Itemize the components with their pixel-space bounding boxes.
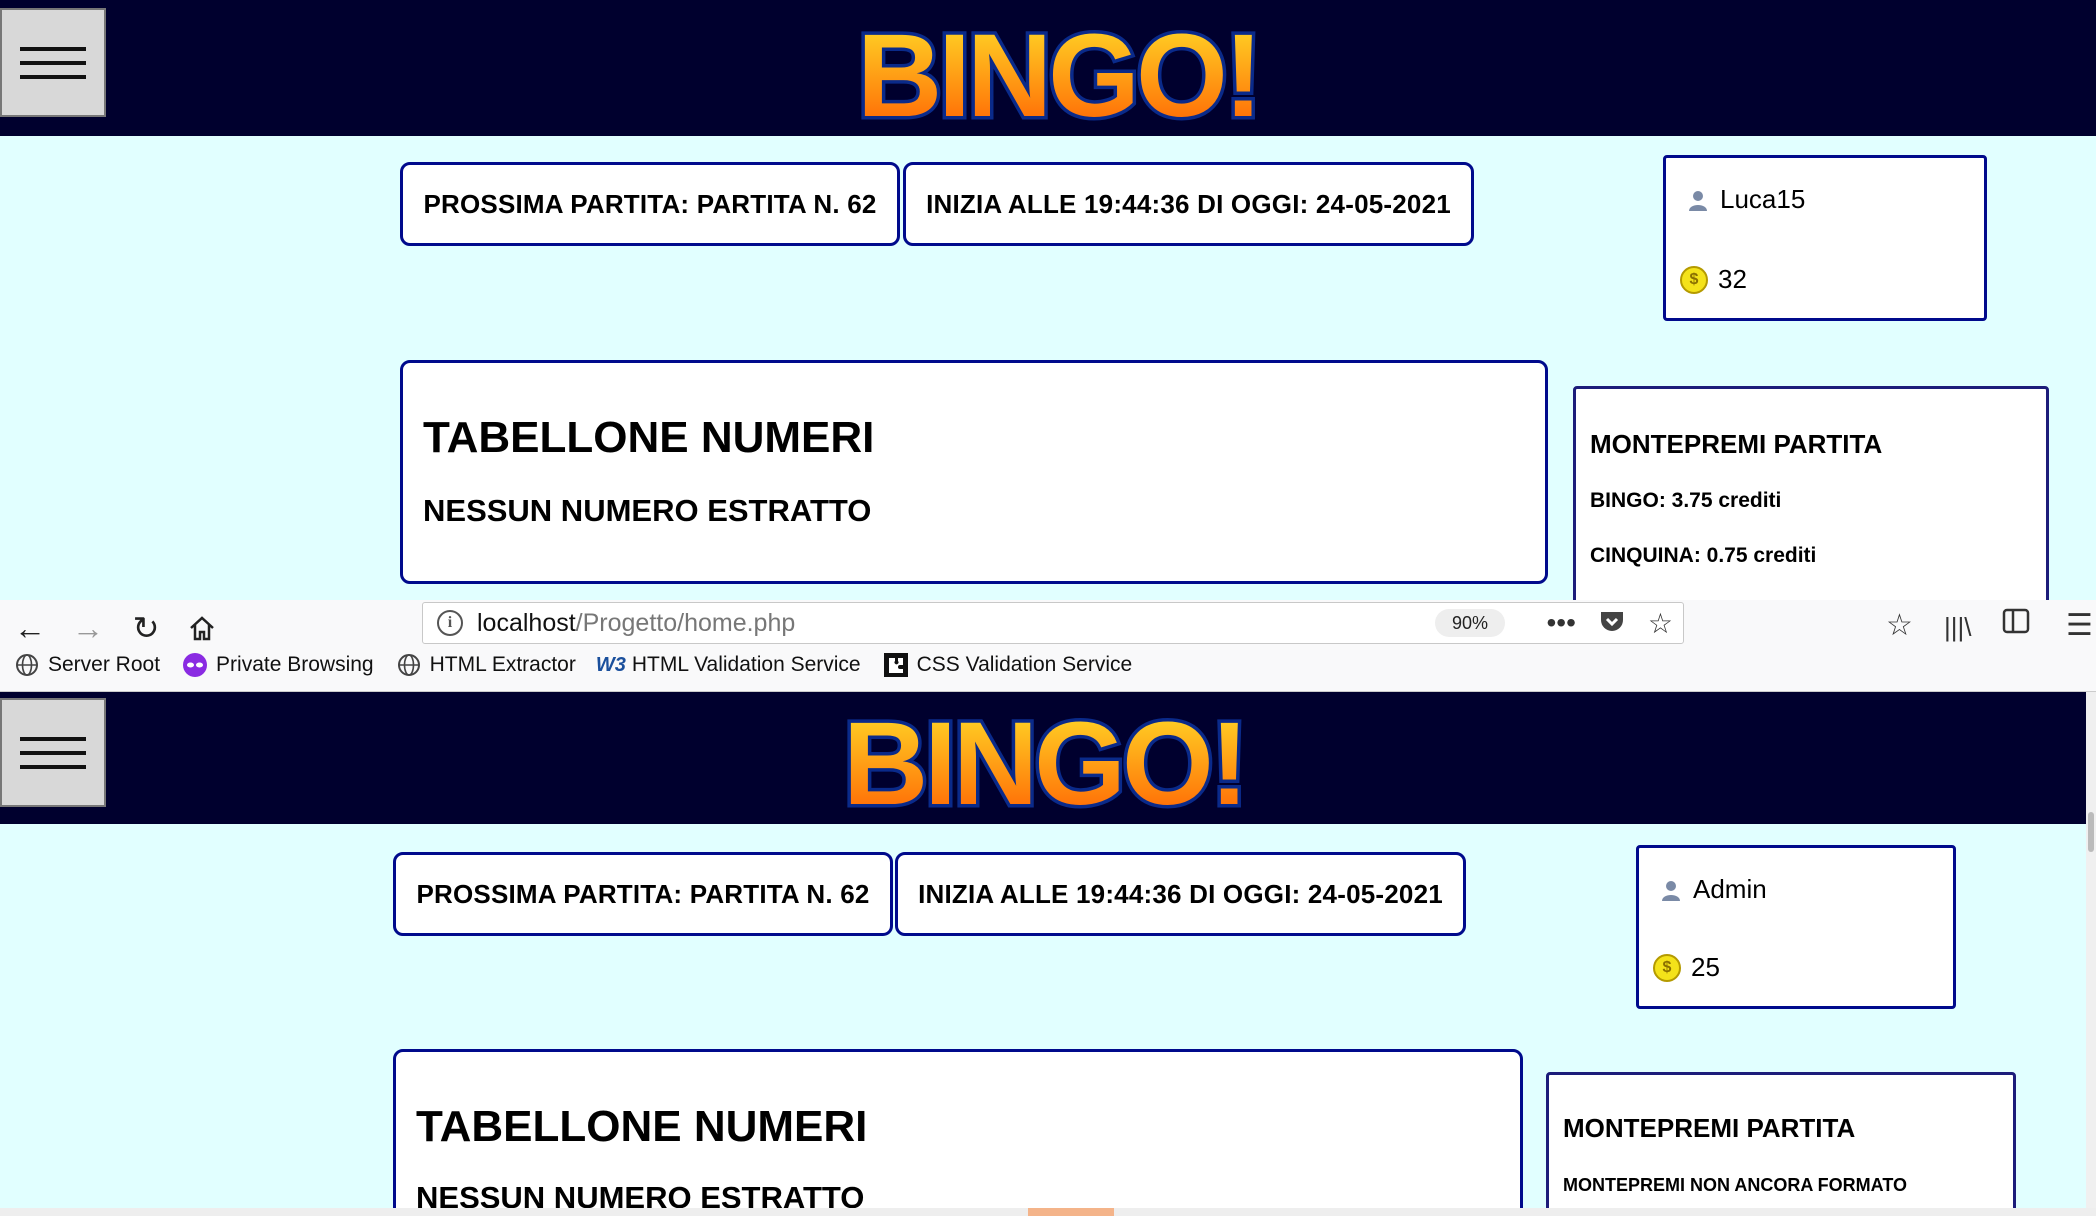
user-credits-row: $ 25 bbox=[1653, 952, 1720, 983]
top-page-view: BINGO! PROSSIMA PARTITA: PARTITA N. 62 I… bbox=[0, 0, 2096, 600]
start-time-text: INIZIA ALLE 19:44:36 DI OGGI: 24-05-2021 bbox=[918, 878, 1443, 909]
bookmarks-star-icon[interactable]: ☆ bbox=[1886, 608, 1913, 643]
site-header: BINGO! bbox=[0, 0, 2096, 136]
home-button[interactable] bbox=[182, 608, 222, 648]
svg-text:BINGO!: BINGO! bbox=[857, 10, 1259, 132]
board-status: NESSUN NUMERO ESTRATTO bbox=[423, 493, 872, 528]
site-info-icon[interactable]: i bbox=[437, 610, 463, 636]
bookmark-star-icon[interactable]: ☆ bbox=[1648, 607, 1673, 642]
bottom-page-view: BINGO! PROSSIMA PARTITA: PARTITA N. 62 I… bbox=[0, 692, 2096, 1216]
globe-icon bbox=[396, 652, 422, 678]
hamburger-menu-button[interactable] bbox=[0, 698, 106, 807]
start-time-box: INIZIA ALLE 19:44:36 DI OGGI: 24-05-2021 bbox=[903, 162, 1474, 246]
prize-bingo: BINGO: 3.75 crediti bbox=[1590, 489, 1782, 512]
pocket-icon[interactable] bbox=[1598, 607, 1626, 642]
mask-icon bbox=[182, 652, 208, 678]
user-credits-row: $ 32 bbox=[1680, 264, 1747, 295]
next-match-box: PROSSIMA PARTITA: PARTITA N. 62 bbox=[400, 162, 900, 246]
prize-cinquina: CINQUINA: 0.75 crediti bbox=[1590, 544, 1817, 567]
bookmark-html-validation[interactable]: W3 HTML Validation Service bbox=[595, 652, 861, 678]
prize-title: MONTEPREMI PARTITA bbox=[1590, 429, 1883, 459]
bookmark-css-validation[interactable]: CSS Validation Service bbox=[883, 652, 1133, 678]
bookmark-label: HTML Extractor bbox=[429, 653, 576, 676]
site-header: BINGO! bbox=[0, 692, 2096, 824]
url-path: /Progetto/home.php bbox=[575, 608, 796, 637]
user-panel: Admin $ 25 bbox=[1636, 845, 1956, 1009]
user-name-row: Admin bbox=[1659, 874, 1767, 905]
bookmark-label: Private Browsing bbox=[216, 653, 374, 676]
page-actions-icon[interactable]: ••• bbox=[1546, 607, 1575, 642]
bookmark-label: Server Root bbox=[48, 653, 161, 676]
library-icon[interactable]: |||\ bbox=[1944, 612, 1972, 643]
hamburger-menu-button[interactable] bbox=[0, 8, 106, 117]
user-credits: 32 bbox=[1718, 264, 1747, 294]
next-match-text: PROSSIMA PARTITA: PARTITA N. 62 bbox=[416, 878, 870, 909]
url-host: localhost bbox=[477, 608, 576, 637]
board-title: TABELLONE NUMERI bbox=[423, 413, 875, 462]
menu-bar bbox=[20, 736, 86, 741]
app-menu-icon[interactable]: ☰ bbox=[2066, 608, 2093, 643]
menu-bar bbox=[20, 60, 86, 65]
browser-toolbar: ← → ↻ i localhost/Progetto/home.php 90% … bbox=[0, 600, 2096, 692]
bingo-logo: BINGO! bbox=[832, 696, 1256, 820]
w3c-icon: W3 bbox=[595, 653, 626, 676]
globe-icon bbox=[14, 652, 40, 678]
coin-icon: $ bbox=[1680, 265, 1708, 294]
user-panel: Luca15 $ 32 bbox=[1663, 155, 1987, 321]
number-board: TABELLONE NUMERI NESSUN NUMERO ESTRATTO bbox=[400, 360, 1548, 584]
home-icon bbox=[190, 616, 214, 641]
board-title: TABELLONE NUMERI bbox=[416, 1102, 868, 1151]
start-time-box: INIZIA ALLE 19:44:36 DI OGGI: 24-05-2021 bbox=[895, 852, 1466, 936]
prize-panel: MONTEPREMI PARTITA MONTEPREMI NON ANCORA… bbox=[1546, 1072, 2016, 1216]
coin-icon: $ bbox=[1653, 953, 1681, 982]
svg-text:BINGO!: BINGO! bbox=[843, 698, 1245, 820]
zoom-indicator[interactable]: 90% bbox=[1435, 609, 1505, 637]
horizontal-scrollbar[interactable] bbox=[0, 1208, 2096, 1216]
reload-button[interactable]: ↻ bbox=[126, 608, 166, 648]
url-bar[interactable]: i localhost/Progetto/home.php 90% ••• ☆ bbox=[422, 602, 1684, 644]
url-text[interactable]: localhost/Progetto/home.php bbox=[477, 609, 795, 638]
start-time-text: INIZIA ALLE 19:44:36 DI OGGI: 24-05-2021 bbox=[926, 188, 1451, 219]
scrollbar-thumb[interactable] bbox=[1028, 1208, 1114, 1216]
next-match-text: PROSSIMA PARTITA: PARTITA N. 62 bbox=[423, 188, 877, 219]
prize-panel: MONTEPREMI PARTITA BINGO: 3.75 crediti C… bbox=[1573, 386, 2049, 600]
next-match-box: PROSSIMA PARTITA: PARTITA N. 62 bbox=[393, 852, 893, 936]
bookmark-server-root[interactable]: Server Root bbox=[14, 652, 160, 678]
menu-bar bbox=[20, 750, 86, 755]
url-actions: ••• ☆ bbox=[1546, 607, 1673, 642]
menu-bar bbox=[20, 46, 86, 51]
user-name: Admin bbox=[1693, 874, 1767, 904]
user-name-row: Luca15 bbox=[1686, 184, 1805, 215]
number-board: TABELLONE NUMERI NESSUN NUMERO ESTRATTO bbox=[393, 1049, 1523, 1216]
puzzle-icon bbox=[883, 652, 909, 678]
menu-bar bbox=[20, 764, 86, 769]
bookmark-html-extractor[interactable]: HTML Extractor bbox=[396, 652, 576, 678]
user-name: Luca15 bbox=[1720, 184, 1806, 214]
forward-button[interactable]: → bbox=[68, 608, 108, 648]
bookmarks-toolbar: Server Root Private Browsing HTML Extrac… bbox=[14, 652, 1132, 678]
bookmark-label: HTML Validation Service bbox=[631, 653, 861, 676]
user-credits: 25 bbox=[1691, 952, 1720, 982]
menu-bar bbox=[20, 74, 86, 79]
vertical-scrollbar[interactable] bbox=[2086, 692, 2096, 1216]
bookmark-private-browsing[interactable]: Private Browsing bbox=[182, 652, 374, 678]
user-icon bbox=[1686, 188, 1710, 212]
scrollbar-thumb[interactable] bbox=[2088, 812, 2094, 852]
back-button[interactable]: ← bbox=[10, 608, 50, 648]
prize-not-formed: MONTEPREMI NON ANCORA FORMATO bbox=[1563, 1175, 1907, 1195]
bingo-logo: BINGO! bbox=[846, 8, 1270, 132]
prize-title: MONTEPREMI PARTITA bbox=[1563, 1113, 1856, 1143]
sidebar-icon[interactable] bbox=[2002, 608, 2030, 642]
user-icon bbox=[1659, 878, 1683, 902]
bookmark-label: CSS Validation Service bbox=[916, 653, 1133, 676]
